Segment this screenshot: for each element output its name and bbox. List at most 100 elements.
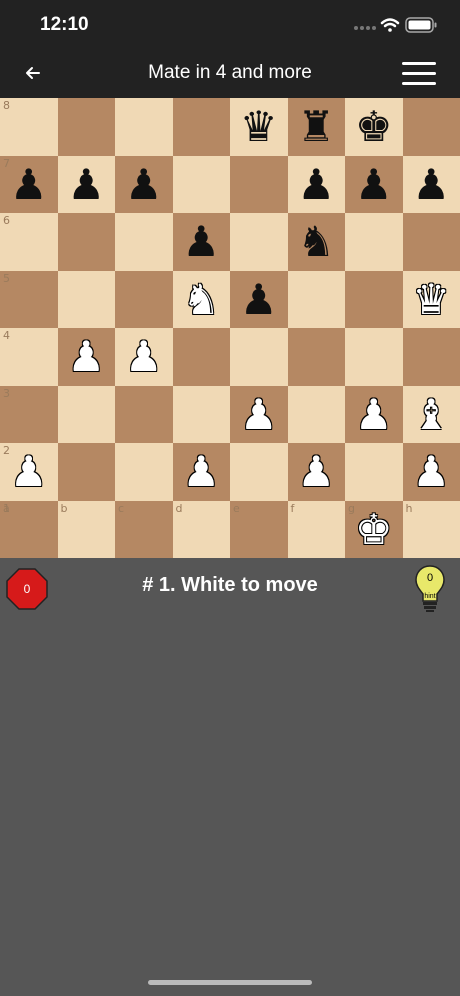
white-pawn-icon[interactable]: ♟ bbox=[403, 443, 460, 501]
status-bar: 12:10 bbox=[0, 0, 460, 50]
white-pawn-icon[interactable]: ♟ bbox=[345, 386, 403, 444]
square-f3[interactable] bbox=[287, 385, 345, 443]
square-c2[interactable] bbox=[115, 443, 173, 501]
square-c5[interactable] bbox=[115, 270, 173, 328]
square-d6[interactable]: ♟ bbox=[172, 213, 231, 271]
square-g1[interactable]: g ♚ bbox=[345, 500, 403, 559]
square-g2[interactable] bbox=[345, 443, 403, 501]
black-pawn-icon[interactable]: ♟ bbox=[230, 271, 288, 329]
rank-label: 6 bbox=[3, 214, 10, 227]
menu-button[interactable] bbox=[402, 60, 436, 86]
square-g4[interactable] bbox=[345, 328, 403, 386]
black-pawn-icon[interactable]: ♟ bbox=[0, 156, 58, 214]
square-d1[interactable]: d bbox=[172, 500, 230, 558]
white-pawn-icon[interactable]: ♟ bbox=[0, 443, 58, 501]
square-a7[interactable]: 7 ♟ bbox=[0, 155, 58, 214]
square-c1[interactable]: c bbox=[115, 500, 173, 558]
square-d7[interactable] bbox=[172, 155, 230, 213]
white-pawn-icon[interactable]: ♟ bbox=[288, 443, 346, 501]
square-d2[interactable]: ♟ bbox=[172, 443, 231, 501]
puzzle-panel: 0 # 1. White to move 0 hint bbox=[0, 558, 460, 996]
square-a5[interactable]: 5 bbox=[0, 270, 58, 328]
square-d4[interactable] bbox=[172, 328, 230, 386]
square-a8[interactable]: 8 bbox=[0, 98, 58, 156]
square-h7[interactable]: ♟ bbox=[402, 155, 460, 214]
file-label: d bbox=[175, 501, 183, 515]
square-h5[interactable]: ♛ bbox=[402, 270, 460, 329]
black-pawn-icon[interactable]: ♟ bbox=[288, 156, 346, 214]
white-knight-icon[interactable]: ♞ bbox=[173, 271, 231, 329]
square-b7[interactable]: ♟ bbox=[57, 155, 116, 214]
chess-board[interactable]: 8 ♛ ♜ ♚ 7 ♟ ♟ ♟ ♟ ♟ ♟ 6 ♟ ♞ 5 ♞ ♟ ♛ 4 ♟ ♟ 3 ♟ ♟ ♝ 2 ♟ ♟ ♟ ♟ 1 a b c d e f g ♚ h bbox=[0, 98, 460, 558]
square-g5[interactable] bbox=[345, 270, 403, 328]
square-b5[interactable] bbox=[57, 270, 115, 328]
black-knight-icon[interactable]: ♞ bbox=[288, 213, 346, 271]
white-pawn-icon[interactable]: ♟ bbox=[230, 386, 288, 444]
white-queen-icon[interactable]: ♛ bbox=[403, 271, 460, 329]
rank-label: 8 bbox=[3, 99, 10, 112]
square-h3[interactable]: ♝ bbox=[402, 385, 460, 444]
black-pawn-icon[interactable]: ♟ bbox=[403, 156, 460, 214]
square-f4[interactable] bbox=[287, 328, 345, 386]
square-a4[interactable]: 4 bbox=[0, 328, 58, 386]
square-b4[interactable]: ♟ bbox=[57, 328, 116, 386]
square-e8[interactable]: ♛ bbox=[230, 98, 288, 156]
square-f7[interactable]: ♟ bbox=[287, 155, 346, 214]
black-rook-icon[interactable]: ♜ bbox=[288, 98, 346, 156]
square-f2[interactable]: ♟ bbox=[287, 443, 346, 501]
square-a3[interactable]: 3 bbox=[0, 385, 58, 443]
square-c8[interactable] bbox=[115, 98, 173, 156]
white-pawn-icon[interactable]: ♟ bbox=[173, 443, 231, 501]
hint-count: 0 bbox=[426, 572, 434, 584]
square-f1[interactable]: f bbox=[287, 500, 345, 558]
square-e1[interactable]: e bbox=[230, 500, 288, 558]
square-b6[interactable] bbox=[57, 213, 115, 271]
square-d5[interactable]: ♞ bbox=[172, 270, 231, 329]
status-time: 12:10 bbox=[40, 14, 89, 35]
black-queen-icon[interactable]: ♛ bbox=[230, 98, 288, 156]
white-pawn-icon[interactable]: ♟ bbox=[58, 328, 116, 386]
black-king-icon[interactable]: ♚ bbox=[345, 98, 403, 156]
square-a1[interactable]: 1a bbox=[0, 500, 58, 558]
square-e2[interactable] bbox=[230, 443, 288, 501]
square-c3[interactable] bbox=[115, 385, 173, 443]
square-g8[interactable]: ♚ bbox=[345, 98, 403, 156]
hamburger-menu-icon bbox=[402, 62, 436, 65]
square-g3[interactable]: ♟ bbox=[345, 385, 403, 444]
square-c4[interactable]: ♟ bbox=[115, 328, 173, 386]
square-g6[interactable] bbox=[345, 213, 403, 271]
square-b8[interactable] bbox=[57, 98, 115, 156]
square-h8[interactable] bbox=[402, 98, 460, 156]
square-h2[interactable]: ♟ bbox=[402, 443, 460, 501]
square-e7[interactable] bbox=[230, 155, 288, 213]
square-b2[interactable] bbox=[57, 443, 115, 501]
square-h4[interactable] bbox=[402, 328, 460, 386]
square-h6[interactable] bbox=[402, 213, 460, 271]
square-b3[interactable] bbox=[57, 385, 115, 443]
black-pawn-icon[interactable]: ♟ bbox=[173, 213, 231, 271]
square-d3[interactable] bbox=[172, 385, 230, 443]
square-e3[interactable]: ♟ bbox=[230, 385, 288, 444]
square-c7[interactable]: ♟ bbox=[115, 155, 173, 214]
hint-button[interactable]: 0 hint bbox=[414, 564, 446, 614]
square-e5[interactable]: ♟ bbox=[230, 270, 288, 329]
square-d8[interactable] bbox=[172, 98, 230, 156]
white-pawn-icon[interactable]: ♟ bbox=[115, 328, 173, 386]
square-c6[interactable] bbox=[115, 213, 173, 271]
square-a2[interactable]: 2 ♟ bbox=[0, 443, 58, 501]
square-e6[interactable] bbox=[230, 213, 288, 271]
white-king-icon[interactable]: ♚ bbox=[345, 501, 403, 559]
square-f8[interactable]: ♜ bbox=[287, 98, 346, 156]
square-h1[interactable]: h bbox=[402, 500, 460, 558]
square-g7[interactable]: ♟ bbox=[345, 155, 403, 214]
square-b1[interactable]: b bbox=[57, 500, 115, 558]
black-pawn-icon[interactable]: ♟ bbox=[58, 156, 116, 214]
square-f6[interactable]: ♞ bbox=[287, 213, 346, 271]
square-e4[interactable] bbox=[230, 328, 288, 386]
white-bishop-icon[interactable]: ♝ bbox=[403, 386, 460, 444]
black-pawn-icon[interactable]: ♟ bbox=[115, 156, 173, 214]
black-pawn-icon[interactable]: ♟ bbox=[345, 156, 403, 214]
square-a6[interactable]: 6 bbox=[0, 213, 58, 271]
square-f5[interactable] bbox=[287, 270, 345, 328]
file-label: b bbox=[60, 501, 68, 515]
